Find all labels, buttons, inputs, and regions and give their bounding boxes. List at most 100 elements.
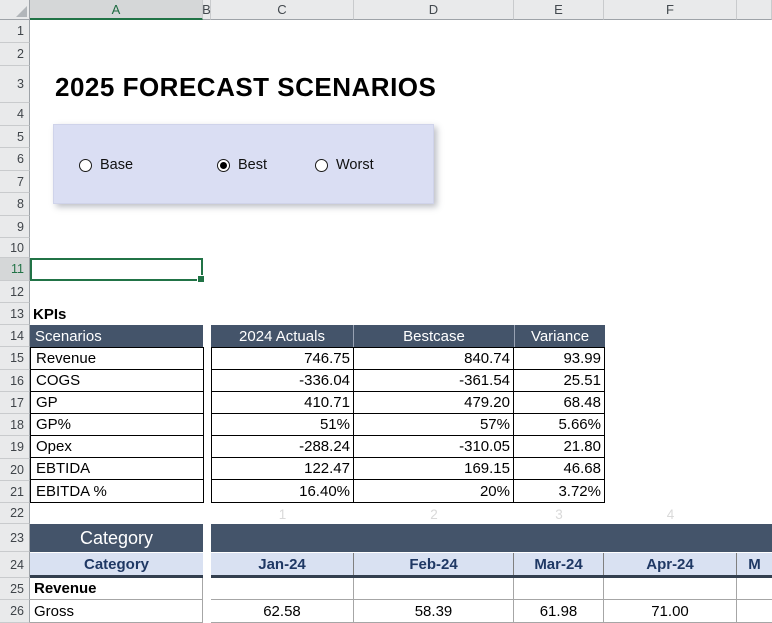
category-cell[interactable]: 71.00: [604, 600, 737, 623]
category-row-label[interactable]: Revenue: [30, 578, 203, 600]
radio-option-best[interactable]: Best: [217, 125, 267, 205]
kpi-cell-actuals[interactable]: -288.24: [212, 436, 354, 457]
kpi-cell-bestcase[interactable]: -310.05: [354, 436, 514, 457]
row-header-20[interactable]: 20: [0, 459, 30, 481]
kpi-row-label[interactable]: GP: [31, 392, 203, 414]
kpi-cell-variance[interactable]: 3.72%: [514, 480, 604, 502]
radio-option-label: Worst: [336, 157, 374, 173]
row-header-1[interactable]: 1: [0, 20, 30, 43]
kpi-row-label[interactable]: Opex: [31, 436, 203, 458]
category-row-values: [211, 578, 772, 600]
row-header-7[interactable]: 7: [0, 171, 30, 193]
column-header-D[interactable]: D: [354, 0, 514, 20]
category-cell[interactable]: 58.39: [354, 600, 514, 623]
row-header-4[interactable]: 4: [0, 103, 30, 126]
row-header-11[interactable]: 11: [0, 258, 30, 281]
kpi-cell-variance[interactable]: 21.80: [514, 436, 604, 457]
kpi-cell-actuals[interactable]: 410.71: [212, 392, 354, 413]
row-header-10[interactable]: 10: [0, 238, 30, 258]
row-header-6[interactable]: 6: [0, 148, 30, 171]
row-header-23[interactable]: 23: [0, 524, 30, 552]
page-title[interactable]: 2025 FORECAST SCENARIOS: [55, 72, 436, 103]
kpi-row-label[interactable]: Revenue: [31, 348, 203, 370]
kpi-section-label[interactable]: KPIs: [33, 306, 66, 323]
kpi-header-scenarios[interactable]: Scenarios: [30, 325, 203, 347]
radio-icon: [79, 159, 92, 172]
month-header-3[interactable]: Mar-24: [514, 553, 604, 575]
category-cell[interactable]: 62.58: [211, 600, 354, 623]
kpi-row-label[interactable]: COGS: [31, 370, 203, 392]
category-cell[interactable]: [211, 578, 354, 600]
kpi-row: -288.24-310.0521.80: [212, 436, 604, 458]
category-cell[interactable]: [604, 578, 737, 600]
row-header-26[interactable]: 26: [0, 600, 30, 623]
row-header-8[interactable]: 8: [0, 193, 30, 216]
kpi-cell-bestcase[interactable]: -361.54: [354, 370, 514, 391]
kpi-row-label[interactable]: GP%: [31, 414, 203, 436]
row-header-21[interactable]: 21: [0, 481, 30, 503]
category-banner-cell[interactable]: Category: [30, 524, 203, 552]
category-banner-bar: [211, 524, 772, 552]
category-cell[interactable]: [737, 578, 772, 600]
category-row-values: 62.5858.3961.9871.00: [211, 600, 772, 623]
select-all-corner[interactable]: [0, 0, 30, 20]
kpi-row-label[interactable]: EBTIDA: [31, 458, 203, 480]
kpi-cell-variance[interactable]: 93.99: [514, 348, 604, 369]
kpi-row-label[interactable]: EBITDA %: [31, 480, 203, 502]
kpi-cell-bestcase[interactable]: 57%: [354, 414, 514, 435]
kpi-cell-bestcase[interactable]: 840.74: [354, 348, 514, 369]
category-cell[interactable]: [514, 578, 604, 600]
kpi-cell-variance[interactable]: 46.68: [514, 458, 604, 479]
row-header-5[interactable]: 5: [0, 126, 30, 148]
row-header-15[interactable]: 15: [0, 347, 30, 370]
kpi-header-bestcase[interactable]: Bestcase: [354, 325, 515, 347]
kpi-cell-variance[interactable]: 25.51: [514, 370, 604, 391]
selected-cell-A11[interactable]: [30, 258, 203, 281]
kpi-cell-bestcase[interactable]: 169.15: [354, 458, 514, 479]
kpi-cell-bestcase[interactable]: 479.20: [354, 392, 514, 413]
column-header-A[interactable]: A: [30, 0, 203, 20]
row-header-12[interactable]: 12: [0, 281, 30, 303]
row-header-19[interactable]: 19: [0, 436, 30, 459]
category-header-label[interactable]: Category: [30, 553, 203, 575]
month-header-4[interactable]: Apr-24: [604, 553, 737, 575]
category-cell[interactable]: 61.98: [514, 600, 604, 623]
row-header-13[interactable]: 13: [0, 303, 30, 325]
row-header-24[interactable]: 24: [0, 552, 30, 578]
kpi-cell-actuals[interactable]: 746.75: [212, 348, 354, 369]
radio-icon: [315, 159, 328, 172]
column-header-F[interactable]: F: [604, 0, 737, 20]
row-header-25[interactable]: 25: [0, 578, 30, 600]
row-header-18[interactable]: 18: [0, 414, 30, 436]
row-header-22[interactable]: 22: [0, 503, 30, 524]
kpi-cell-bestcase[interactable]: 20%: [354, 480, 514, 502]
kpi-cell-variance[interactable]: 5.66%: [514, 414, 604, 435]
month-header-1[interactable]: Jan-24: [211, 553, 354, 575]
kpi-cell-actuals[interactable]: 51%: [212, 414, 354, 435]
radio-option-base[interactable]: Base: [79, 125, 133, 205]
radio-option-worst[interactable]: Worst: [315, 125, 374, 205]
row-header-17[interactable]: 17: [0, 392, 30, 414]
category-cell[interactable]: [354, 578, 514, 600]
row-header-9[interactable]: 9: [0, 216, 30, 238]
month-header-2[interactable]: Feb-24: [354, 553, 514, 575]
kpi-row: 51%57%5.66%: [212, 414, 604, 436]
category-cell[interactable]: [737, 600, 772, 623]
kpi-header-variance[interactable]: Variance: [515, 325, 605, 347]
month-header-5[interactable]: M: [737, 553, 772, 575]
kpi-header-actuals[interactable]: 2024 Actuals: [211, 325, 354, 347]
row-header-2[interactable]: 2: [0, 43, 30, 66]
kpi-header-values: 2024 Actuals Bestcase Variance: [211, 325, 605, 347]
row-header-14[interactable]: 14: [0, 325, 30, 347]
kpi-cell-actuals[interactable]: 16.40%: [212, 480, 354, 502]
column-header-C[interactable]: C: [211, 0, 354, 20]
row-header-3[interactable]: 3: [0, 66, 30, 103]
column-header-E[interactable]: E: [514, 0, 604, 20]
kpi-cell-actuals[interactable]: -336.04: [212, 370, 354, 391]
category-row-label[interactable]: Gross: [30, 600, 203, 623]
column-header-B[interactable]: B: [203, 0, 211, 20]
column-header-partial[interactable]: [737, 0, 772, 20]
row-header-16[interactable]: 16: [0, 370, 30, 392]
kpi-cell-actuals[interactable]: 122.47: [212, 458, 354, 479]
kpi-cell-variance[interactable]: 68.48: [514, 392, 604, 413]
